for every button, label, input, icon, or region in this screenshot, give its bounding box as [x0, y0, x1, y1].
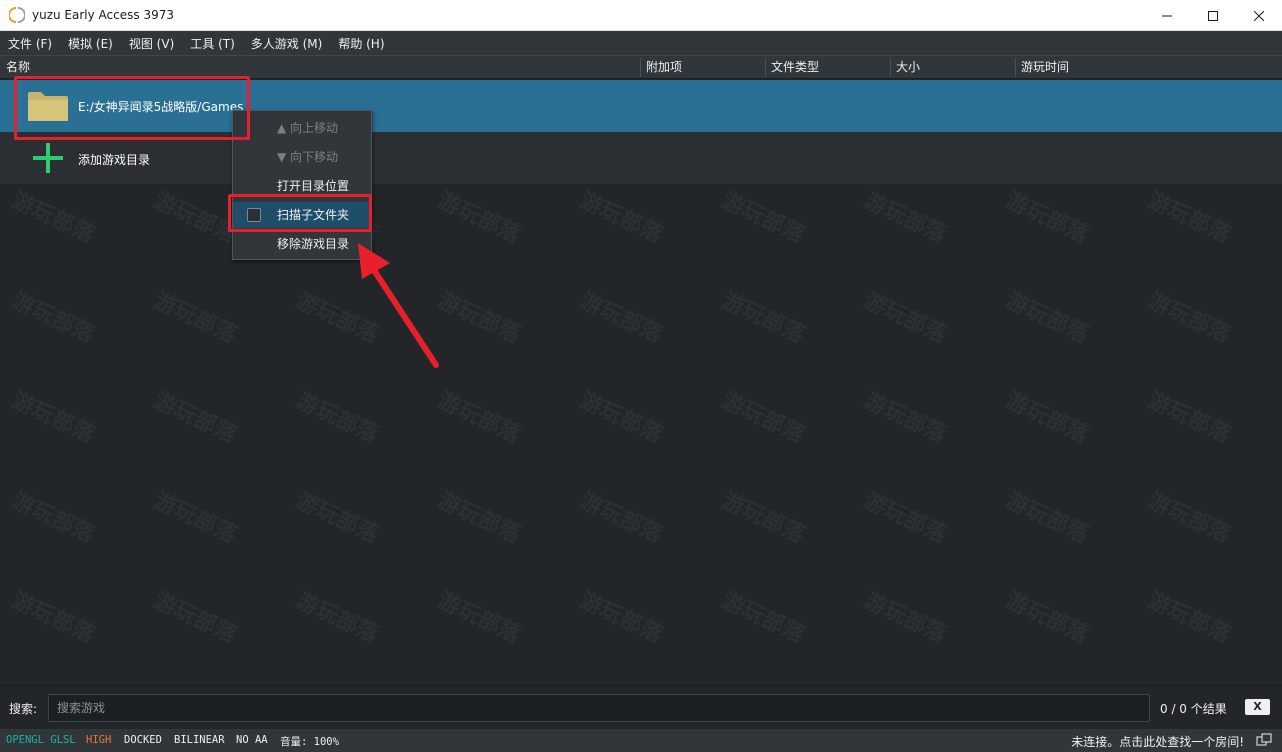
minimize-button[interactable]	[1144, 0, 1190, 31]
network-status-icon[interactable]	[1256, 732, 1272, 748]
column-size[interactable]: 大小	[890, 56, 920, 79]
maximize-icon	[1208, 10, 1218, 21]
window-title: yuzu Early Access 3973	[32, 8, 174, 22]
title-bar: yuzu Early Access 3973	[0, 0, 1282, 31]
search-bar: 搜索: 0 / 0 个结果 X	[0, 685, 1282, 729]
column-file-type[interactable]: 文件类型	[765, 56, 819, 79]
menu-item-move-up[interactable]: ▲ 向上移动	[233, 115, 371, 141]
menu-file[interactable]: 文件 (F)	[0, 35, 60, 52]
menu-item-move-down[interactable]: ▼ 向下移动	[233, 144, 371, 170]
move-up-label: ▲ 向上移动	[277, 121, 339, 135]
search-label: 搜索:	[9, 702, 38, 716]
aa-status[interactable]: NO AA	[236, 734, 268, 746]
maximize-button[interactable]	[1190, 0, 1236, 31]
dock-status[interactable]: DOCKED	[124, 734, 162, 746]
volume-status[interactable]: 音量: 100%	[280, 734, 339, 749]
yuzu-logo-icon	[9, 7, 25, 23]
close-icon	[1254, 10, 1264, 21]
menu-tools[interactable]: 工具 (T)	[182, 35, 243, 52]
menu-emulation[interactable]: 模拟 (E)	[60, 35, 121, 52]
move-down-label: ▼ 向下移动	[277, 150, 339, 164]
add-game-dir-label: 添加游戏目录	[78, 153, 151, 167]
search-clear-button[interactable]: X	[1245, 699, 1270, 715]
remove-dir-label: 移除游戏目录	[277, 237, 350, 251]
menu-help[interactable]: 帮助 (H)	[330, 35, 392, 52]
menu-view[interactable]: 视图 (V)	[121, 35, 182, 52]
annotation-highlight-scan	[228, 194, 372, 232]
search-result-count: 0 / 0 个结果	[1160, 702, 1227, 716]
close-button[interactable]	[1236, 0, 1282, 31]
minimize-icon	[1162, 15, 1172, 16]
annotation-highlight-dir	[14, 76, 250, 140]
game-list-empty-area	[0, 184, 1282, 684]
multiplayer-room-status[interactable]: 未连接。点击此处查找一个房间!	[1071, 733, 1244, 750]
filter-status[interactable]: BILINEAR	[174, 734, 225, 746]
gpu-accuracy-status[interactable]: HIGH	[86, 734, 111, 746]
status-bar: OPENGL GLSL HIGH DOCKED BILINEAR NO AA 音…	[0, 729, 1282, 752]
column-play-time[interactable]: 游玩时间	[1015, 56, 1069, 79]
column-addons[interactable]: 附加项	[640, 56, 682, 79]
menu-multiplayer[interactable]: 多人游戏 (M)	[243, 35, 331, 52]
annotation-arrow-icon	[358, 243, 439, 368]
search-input[interactable]	[48, 694, 1150, 722]
menu-bar: 文件 (F) 模拟 (E) 视图 (V) 工具 (T) 多人游戏 (M) 帮助 …	[0, 31, 1282, 55]
renderer-status[interactable]: OPENGL GLSL	[6, 734, 76, 746]
plus-icon	[33, 143, 63, 173]
